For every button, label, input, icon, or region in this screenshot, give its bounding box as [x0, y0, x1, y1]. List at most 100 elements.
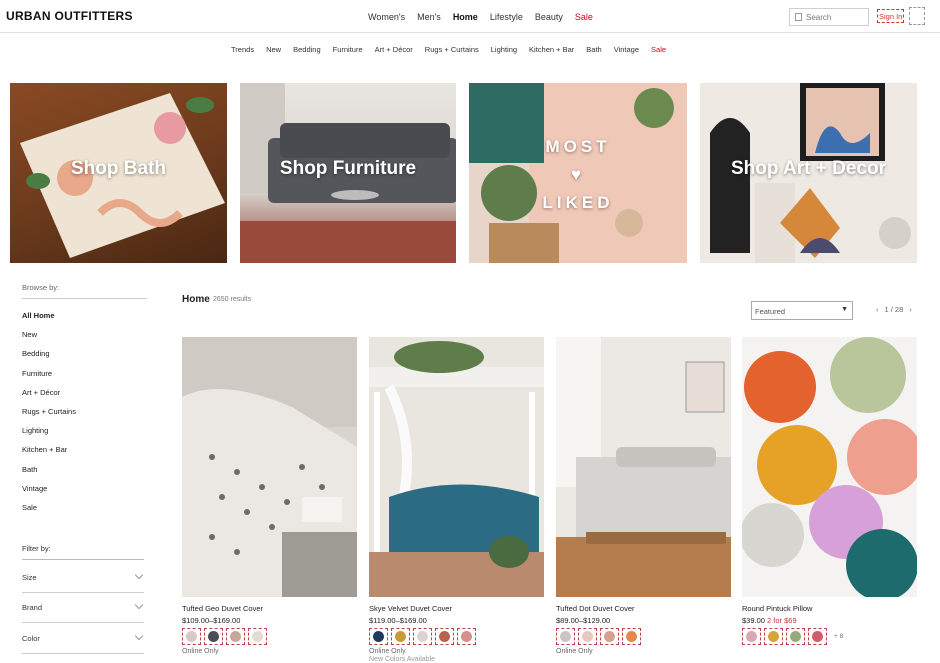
filter-color[interactable]: Color: [22, 631, 144, 654]
sidebar: Browse by: All Home New Bedding Furnitur…: [22, 283, 147, 522]
dropdown-arrow-icon: ▼: [841, 306, 848, 313]
nav-womens[interactable]: Women's: [368, 12, 405, 22]
color-swatches: [556, 628, 731, 645]
sidebar-item-rugs-curtains[interactable]: Rugs + Curtains: [22, 407, 147, 426]
sidebar-item-vintage[interactable]: Vintage: [22, 484, 147, 503]
sidebar-item-bedding[interactable]: Bedding: [22, 349, 147, 368]
browse-title: Browse by:: [22, 283, 147, 299]
hero-label: MOST ♥ LIKED: [542, 137, 614, 212]
filter-title: Filter by:: [22, 544, 144, 560]
color-swatch[interactable]: [578, 628, 597, 645]
color-swatch[interactable]: [248, 628, 267, 645]
nav-lifestyle[interactable]: Lifestyle: [490, 12, 523, 22]
color-swatch[interactable]: [435, 628, 454, 645]
color-swatch[interactable]: [786, 628, 805, 645]
nav-beauty[interactable]: Beauty: [535, 12, 563, 22]
subnav-vintage[interactable]: Vintage: [614, 45, 639, 54]
product-card[interactable]: Skye Velvet Duvet Cover $119.00–$169.00 …: [369, 337, 544, 663]
nav-sale[interactable]: Sale: [575, 12, 593, 22]
color-swatch[interactable]: [204, 628, 223, 645]
sidebar-item-all-home[interactable]: All Home: [22, 311, 147, 330]
hero-tile-most-liked[interactable]: MOST ♥ LIKED: [469, 83, 687, 263]
product-name[interactable]: Skye Velvet Duvet Cover: [369, 604, 544, 613]
sub-nav: Trends New Bedding Furniture Art + Décor…: [231, 45, 678, 54]
subnav-art-decor[interactable]: Art + Décor: [375, 45, 413, 54]
product-price: $119.00–$169.00: [369, 616, 427, 625]
availability-note: Online Only: [556, 648, 593, 655]
color-swatch[interactable]: [764, 628, 783, 645]
product-name[interactable]: Round Pintuck Pillow: [742, 604, 917, 613]
shopping-bag-icon[interactable]: [909, 7, 925, 25]
subnav-bedding[interactable]: Bedding: [293, 45, 321, 54]
hero-label: Shop Furniture: [279, 158, 417, 179]
product-card[interactable]: Tufted Geo Duvet Cover $109.00–$169.00 O…: [182, 337, 357, 655]
prev-page-icon[interactable]: ‹: [876, 305, 879, 314]
color-swatch[interactable]: [808, 628, 827, 645]
page-indicator: 1 / 28: [884, 305, 904, 314]
filter-brand[interactable]: Brand: [22, 600, 144, 623]
color-swatch[interactable]: [622, 628, 641, 645]
sidebar-item-art-decor[interactable]: Art + Décor: [22, 388, 147, 407]
hero-tile-art-decor[interactable]: Shop Art + Decor: [700, 83, 917, 263]
product-image[interactable]: [556, 337, 731, 597]
subnav-rugs-curtains[interactable]: Rugs + Curtains: [425, 45, 479, 54]
subnav-lighting[interactable]: Lighting: [491, 45, 517, 54]
nav-mens[interactable]: Men's: [417, 12, 441, 22]
color-swatch[interactable]: [742, 628, 761, 645]
filter-brand-label: Brand: [22, 603, 43, 612]
color-swatches: + 8: [742, 628, 917, 645]
product-image[interactable]: [369, 337, 544, 597]
results-count: 2650 results: [213, 296, 252, 303]
search-icon: [795, 13, 802, 21]
subnav-sale[interactable]: Sale: [651, 45, 666, 54]
color-swatch[interactable]: [600, 628, 619, 645]
sort-select[interactable]: Featured ▼: [751, 301, 853, 320]
next-page-icon[interactable]: ›: [909, 305, 912, 314]
sidebar-item-lighting[interactable]: Lighting: [22, 426, 147, 445]
sign-in-button[interactable]: Sign In: [877, 9, 904, 23]
color-swatch[interactable]: [413, 628, 432, 645]
color-swatch[interactable]: [182, 628, 201, 645]
product-image[interactable]: [182, 337, 357, 597]
sidebar-item-new[interactable]: New: [22, 330, 147, 349]
product-price: $109.00–$169.00: [182, 616, 241, 625]
logo[interactable]: URBAN OUTFITTERS: [6, 9, 133, 23]
filter-size[interactable]: Size: [22, 570, 144, 593]
product-card[interactable]: Tufted Dot Duvet Cover $89.00–$129.00 On…: [556, 337, 731, 655]
more-colors-link[interactable]: + 8: [834, 633, 843, 640]
product-price-value: $39.00: [742, 616, 765, 625]
product-price: $39.00 2 for $69: [742, 616, 917, 625]
color-swatch[interactable]: [391, 628, 410, 645]
product-name[interactable]: Tufted Geo Duvet Cover: [182, 604, 357, 613]
product-image[interactable]: [742, 337, 917, 597]
subnav-new[interactable]: New: [266, 45, 281, 54]
color-swatches: [182, 628, 357, 645]
filter-color-label: Color: [22, 634, 40, 643]
search-input[interactable]: Search: [789, 8, 869, 26]
sidebar-item-bath[interactable]: Bath: [22, 465, 147, 484]
sort-value: Featured: [755, 307, 786, 316]
hero-tile-furniture[interactable]: Shop Furniture: [240, 83, 456, 263]
product-name[interactable]: Tufted Dot Duvet Cover: [556, 604, 731, 613]
color-swatch[interactable]: [556, 628, 575, 645]
subnav-trends[interactable]: Trends: [231, 45, 254, 54]
subnav-furniture[interactable]: Furniture: [333, 45, 363, 54]
nav-home[interactable]: Home: [453, 12, 478, 22]
color-swatches: [369, 628, 544, 645]
chevron-down-icon: [134, 570, 144, 580]
sidebar-item-furniture[interactable]: Furniture: [22, 369, 147, 388]
chevron-down-icon: [134, 600, 144, 610]
sidebar-item-kitchen-bar[interactable]: Kitchen + Bar: [22, 445, 147, 464]
subnav-kitchen-bar[interactable]: Kitchen + Bar: [529, 45, 574, 54]
hero-label: Shop Bath: [71, 158, 166, 179]
hero-tile-bath[interactable]: Shop Bath: [10, 83, 227, 263]
page-title: Home: [182, 294, 210, 305]
product-card[interactable]: Round Pintuck Pillow $39.00 2 for $69 + …: [742, 337, 917, 645]
subnav-bath[interactable]: Bath: [586, 45, 601, 54]
color-swatch[interactable]: [457, 628, 476, 645]
sidebar-item-sale[interactable]: Sale: [22, 503, 147, 522]
search-placeholder: Search: [806, 13, 832, 22]
color-swatch[interactable]: [226, 628, 245, 645]
product-price: $89.00–$129.00: [556, 616, 611, 625]
color-swatch[interactable]: [369, 628, 388, 645]
